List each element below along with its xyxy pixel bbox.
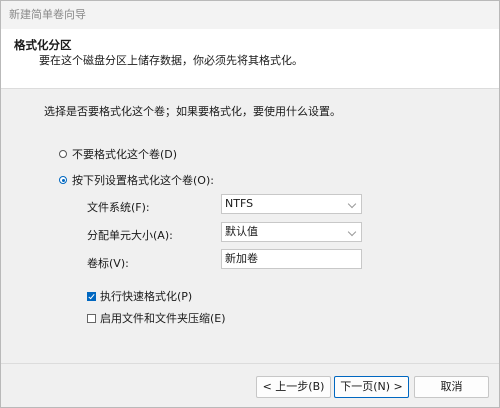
back-button[interactable]: < 上一步(B) [256,376,331,398]
volume-label-input[interactable]: 新加卷 [221,249,362,269]
radio-no-format-label[interactable]: 不要格式化这个卷(D) [72,146,177,162]
filesystem-value: NTFS [225,197,254,210]
compression-label[interactable]: 启用文件和文件夹压缩(E) [100,310,226,326]
cancel-button[interactable]: 取消 [414,376,489,398]
volume-label-label: 卷标(V): [87,257,129,270]
wizard-header: 格式化分区 要在这个磁盘分区上储存数据，你必须先将其格式化。 [1,29,499,89]
instruction-text: 选择是否要格式化这个卷；如果要格式化，要使用什么设置。 [44,105,341,118]
quick-format-label[interactable]: 执行快速格式化(P) [100,288,192,304]
chevron-down-icon [347,199,357,209]
quick-format-checkbox-row[interactable]: 执行快速格式化(P) [87,288,192,304]
next-button[interactable]: 下一页(N) > [334,376,409,398]
filesystem-label: 文件系统(F): [87,201,150,214]
allocation-unit-select[interactable]: 默认值 [221,222,362,242]
compression-checkbox-row[interactable]: 启用文件和文件夹压缩(E) [87,310,226,326]
volume-label-value: 新加卷 [225,252,258,265]
allocation-unit-value: 默认值 [225,225,258,238]
filesystem-select[interactable]: NTFS [221,194,362,214]
window-title: 新建简单卷向导 [9,8,86,21]
radio-no-format[interactable]: 不要格式化这个卷(D) [59,146,177,162]
radio-format-indicator[interactable] [59,176,67,184]
page-title: 格式化分区 [14,38,72,52]
allocation-unit-label: 分配单元大小(A): [87,229,173,242]
page-subtitle: 要在这个磁盘分区上储存数据，你必须先将其格式化。 [39,54,303,67]
wizard-footer: < 上一步(B) 下一页(N) > 取消 [1,363,499,407]
wizard-content: 选择是否要格式化这个卷；如果要格式化，要使用什么设置。 不要格式化这个卷(D) … [1,89,499,363]
radio-format-label[interactable]: 按下列设置格式化这个卷(O): [72,172,214,188]
radio-no-format-indicator[interactable] [59,150,67,158]
chevron-down-icon [347,227,357,237]
wizard-window: 新建简单卷向导 格式化分区 要在这个磁盘分区上储存数据，你必须先将其格式化。 选… [0,0,500,408]
radio-format[interactable]: 按下列设置格式化这个卷(O): [59,172,214,188]
compression-checkbox[interactable] [87,313,96,323]
quick-format-checkbox[interactable] [87,291,96,301]
title-bar: 新建简单卷向导 [1,1,499,29]
